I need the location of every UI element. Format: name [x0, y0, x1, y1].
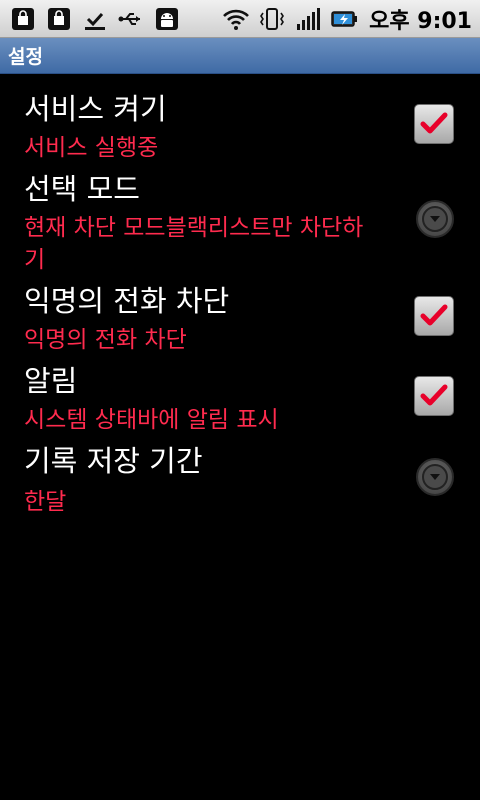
- pref-summary: 한달: [24, 489, 67, 515]
- status-bar-notifications: [8, 2, 182, 36]
- pref-title: 익명의 전화 차단: [24, 284, 230, 318]
- status-bar: 오후 9:01: [0, 0, 480, 38]
- status-bar-system: 오후 9:01: [221, 2, 472, 36]
- title-bar: 설정: [0, 38, 480, 74]
- log-retention-dropdown[interactable]: [416, 458, 454, 496]
- check-icon: [420, 112, 448, 134]
- bag-icon: [8, 4, 38, 34]
- chevron-down-icon: [430, 216, 440, 222]
- pref-item-notification[interactable]: 알림 시스템 상태바에 알림 표시: [0, 358, 480, 440]
- vibrate-icon: [257, 4, 287, 34]
- pref-summary: 익명의 전화 차단: [24, 327, 187, 353]
- pref-summary: 서비스 실행중: [24, 135, 159, 161]
- pref-item-block-anonymous[interactable]: 익명의 전화 차단 익명의 전화 차단: [0, 276, 480, 358]
- chevron-down-icon: [430, 474, 440, 480]
- service-on-checkbox[interactable]: [414, 104, 454, 144]
- select-mode-dropdown[interactable]: [416, 200, 454, 238]
- signal-icon: [293, 4, 323, 34]
- dropdown-inner: [422, 464, 448, 490]
- notification-checkbox[interactable]: [414, 376, 454, 416]
- pref-item-select-mode[interactable]: 선택 모드 현재 차단 모드블랙리스트만 차단하기: [0, 162, 480, 276]
- battery-charging-icon: [329, 4, 359, 34]
- dropdown-inner: [422, 206, 448, 232]
- status-clock: 오후 9:01: [369, 9, 472, 34]
- wifi-icon: [221, 4, 251, 34]
- pref-title: 서비스 켜기: [24, 92, 167, 126]
- pref-summary: 현재 차단 모드블랙리스트만 차단하기: [24, 215, 364, 273]
- pref-title: 알림: [24, 364, 78, 398]
- android-icon: [152, 4, 182, 34]
- pref-summary: 시스템 상태바에 알림 표시: [24, 407, 279, 433]
- pref-item-log-retention[interactable]: 기록 저장 기간 한달: [0, 438, 480, 528]
- page-title: 설정: [8, 46, 43, 68]
- pref-item-service-on[interactable]: 서비스 켜기 서비스 실행중: [0, 80, 480, 162]
- usb-icon: [116, 4, 146, 34]
- check-icon: [420, 384, 448, 406]
- block-anonymous-checkbox[interactable]: [414, 296, 454, 336]
- check-icon: [420, 304, 448, 326]
- pref-title: 선택 모드: [24, 172, 140, 206]
- pref-title: 기록 저장 기간: [24, 444, 203, 478]
- bag-icon: [44, 4, 74, 34]
- download-done-icon: [80, 4, 110, 34]
